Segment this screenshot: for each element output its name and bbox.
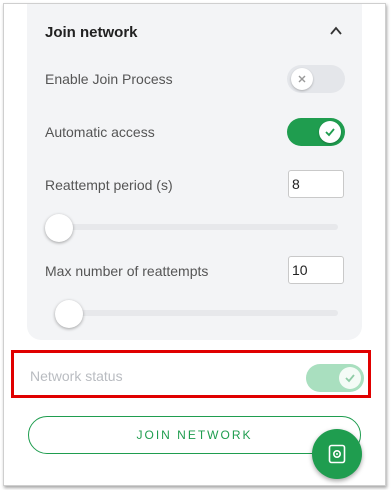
enable-join-label: Enable Join Process [45, 71, 173, 87]
reattempt-period-input[interactable]: 8 [288, 170, 344, 198]
device-icon [328, 444, 346, 464]
section-title: Join network [45, 24, 138, 41]
max-reattempts-slider-thumb[interactable] [55, 300, 83, 328]
network-status-toggle[interactable] [306, 364, 364, 392]
toggle-knob [339, 367, 361, 389]
toggle-knob [319, 121, 341, 143]
network-status-label: Network status [30, 368, 123, 384]
network-status-highlight: Network status [11, 350, 371, 398]
max-reattempts-label: Max number of reattempts [45, 263, 209, 279]
close-icon [298, 75, 306, 83]
max-reattempts-input[interactable]: 10 [288, 256, 344, 284]
automatic-access-label: Automatic access [45, 124, 155, 140]
reattempt-period-slider-thumb[interactable] [45, 214, 73, 242]
join-network-button[interactable]: JOIN NETWORK [28, 416, 361, 454]
enable-join-toggle[interactable] [287, 65, 345, 93]
fab-button[interactable] [312, 429, 362, 479]
app-frame: Join network Enable Join Process Automat… [3, 3, 386, 486]
automatic-access-toggle[interactable] [287, 118, 345, 146]
toggle-knob [291, 68, 313, 90]
reattempt-period-label: Reattempt period (s) [45, 177, 173, 193]
check-icon [345, 374, 355, 383]
chevron-up-icon[interactable] [329, 24, 343, 38]
reattempt-period-slider-track[interactable] [45, 224, 338, 230]
max-reattempts-slider-track[interactable] [55, 310, 338, 316]
check-icon [325, 128, 335, 137]
join-network-section: Join network Enable Join Process Automat… [27, 4, 362, 340]
